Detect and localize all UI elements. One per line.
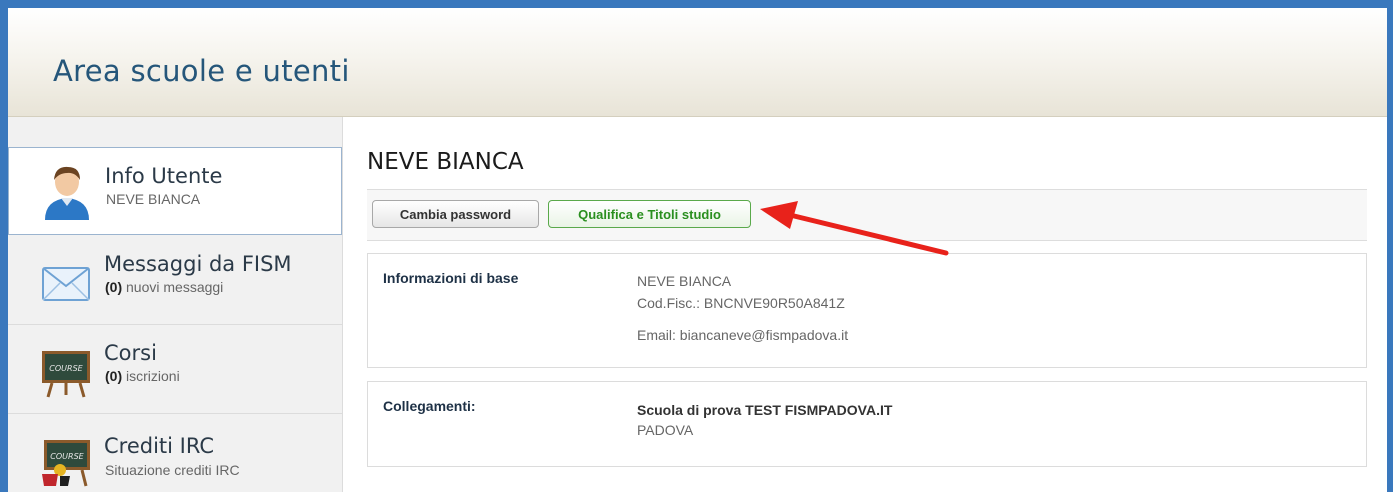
- sidebar-item-corsi[interactable]: COURSE Corsi (0) iscrizioni: [8, 325, 342, 414]
- sidebar-item-title: Corsi: [104, 341, 157, 365]
- qualifications-button[interactable]: Qualifica e Titoli studio: [548, 200, 751, 228]
- envelope-icon: [42, 267, 90, 301]
- sidebar-item-title: Info Utente: [105, 164, 223, 188]
- page-header: Area scuole e utenti: [8, 8, 1387, 117]
- course-count-label: iscrizioni: [122, 368, 180, 384]
- email-address: Email: biancaneve@fismpadova.it: [637, 327, 849, 343]
- sidebar-item-title: Messaggi da FISM: [104, 252, 292, 276]
- message-count: (0): [105, 279, 123, 295]
- sidebar-item-messaggi[interactable]: Messaggi da FISM (0) nuovi messaggi: [8, 236, 342, 325]
- sidebar-item-crediti-irc[interactable]: COURSE Crediti IRC Situazione crediti IR…: [8, 414, 342, 502]
- sidebar-item-subtitle: (0) iscrizioni: [105, 368, 180, 384]
- page-header-title: Area scuole e utenti: [53, 54, 350, 88]
- sidebar-item-subtitle: NEVE BIANCA: [106, 191, 201, 207]
- sidebar-item-title: Crediti IRC: [104, 434, 215, 458]
- school-link[interactable]: Scuola di prova TEST FISMPADOVA.IT: [637, 402, 892, 418]
- basic-info-panel: Informazioni di base NEVE BIANCA Cod.Fis…: [367, 253, 1367, 368]
- svg-text:COURSE: COURSE: [50, 452, 84, 461]
- svg-text:COURSE: COURSE: [49, 364, 83, 373]
- fiscal-code: Cod.Fisc.: BNCNVE90R50A841Z: [637, 295, 845, 311]
- red-arrow-icon: [760, 201, 949, 256]
- links-panel: Collegamenti: Scuola di prova TEST FISMP…: [367, 381, 1367, 467]
- course-count: (0): [105, 368, 123, 384]
- message-count-label: nuovi messaggi: [122, 279, 224, 295]
- basic-info-label: Informazioni di base: [383, 270, 519, 286]
- user-icon: [45, 166, 89, 220]
- school-city: PADOVA: [637, 422, 694, 438]
- links-label: Collegamenti:: [383, 398, 476, 414]
- sidebar-item-subtitle: (0) nuovi messaggi: [105, 279, 223, 295]
- change-password-button[interactable]: Cambia password: [372, 200, 539, 228]
- course-board-icon: COURSE: [42, 351, 90, 398]
- user-name-heading: NEVE BIANCA: [367, 149, 524, 175]
- sidebar-item-info-utente[interactable]: Info Utente NEVE BIANCA: [8, 147, 342, 235]
- sidebar-item-subtitle: Situazione crediti IRC: [105, 462, 240, 478]
- course-board-award-icon: COURSE: [42, 440, 90, 487]
- basic-info-name: NEVE BIANCA: [637, 273, 732, 289]
